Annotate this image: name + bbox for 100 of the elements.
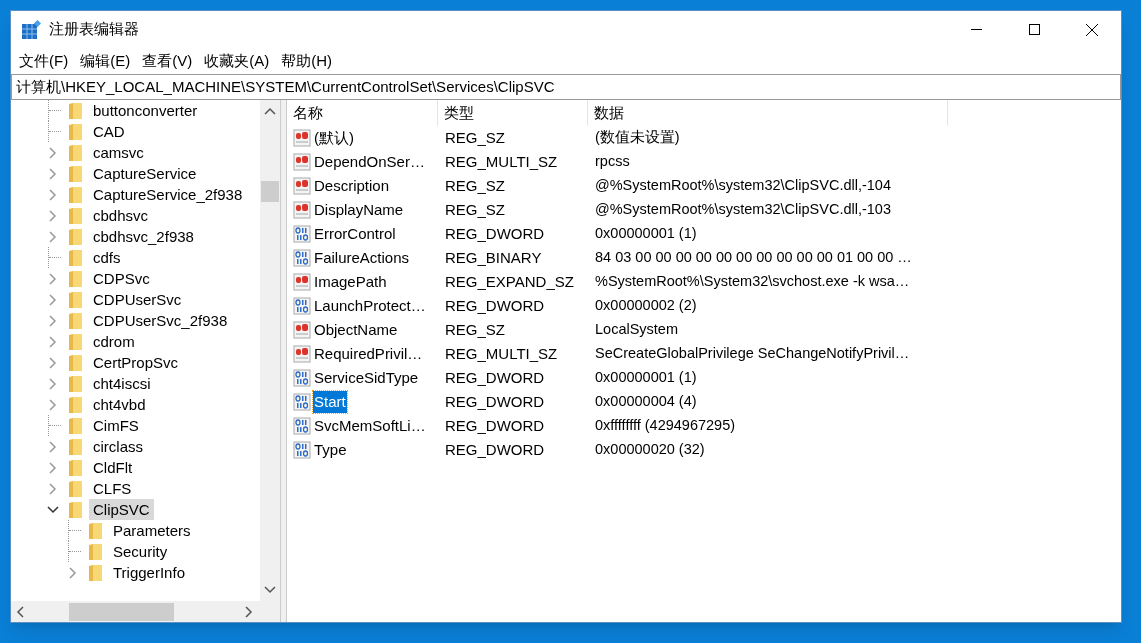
value-name[interactable]: (默认) (313, 127, 355, 149)
tree-item[interactable]: buttonconverter (89, 100, 202, 121)
value-type: REG_DWORD (444, 367, 546, 388)
column-header[interactable]: 类型 (438, 100, 588, 126)
value-type: REG_MULTI_SZ (444, 151, 559, 172)
maximize-icon (1028, 24, 1040, 35)
vertical-scrollbar[interactable] (260, 100, 280, 601)
column-header[interactable]: 数据 (588, 100, 948, 126)
tree-item[interactable]: Parameters (109, 520, 195, 541)
folder-icon (67, 458, 83, 477)
value-name[interactable]: ObjectName (313, 319, 399, 341)
binary-value-icon (293, 393, 311, 411)
scrollbar-thumb[interactable] (69, 602, 174, 621)
value-name[interactable]: SvcMemSoftLi… (313, 415, 427, 437)
chevron-right-icon[interactable] (49, 146, 57, 159)
value-name[interactable]: DisplayName (313, 199, 405, 221)
chevron-right-icon[interactable] (49, 356, 57, 369)
value-type: REG_DWORD (444, 223, 546, 244)
tree-item[interactable]: cht4vbd (89, 394, 150, 415)
folder-icon (67, 500, 83, 519)
scrollbar-thumb[interactable] (261, 181, 279, 202)
value-name[interactable]: Start (313, 391, 347, 413)
scroll-down-icon[interactable] (264, 586, 276, 594)
chevron-right-icon[interactable] (69, 566, 77, 579)
value-name[interactable]: LaunchProtect… (313, 295, 427, 317)
scroll-up-icon[interactable] (264, 107, 276, 115)
chevron-right-icon[interactable] (49, 377, 57, 390)
value-type: REG_EXPAND_SZ (444, 271, 575, 292)
menu-item[interactable]: 编辑(E) (74, 49, 137, 73)
binary-value-icon (293, 297, 311, 315)
binary-value-icon (293, 249, 311, 267)
chevron-right-icon[interactable] (49, 314, 57, 327)
binary-value-icon (293, 225, 311, 243)
tree-item[interactable]: CDPUserSvc_2f938 (89, 310, 232, 331)
tree-item[interactable]: CimFS (89, 415, 143, 436)
tree-item[interactable]: Security (109, 541, 172, 562)
chevron-right-icon[interactable] (49, 167, 57, 180)
chevron-right-icon[interactable] (49, 209, 57, 222)
folder-icon (87, 521, 103, 540)
chevron-right-icon[interactable] (49, 230, 57, 243)
value-data: 0x00000002 (2) (594, 296, 697, 316)
value-name[interactable]: ServiceSidType (313, 367, 420, 389)
column-header[interactable]: 名称 (287, 100, 438, 126)
tree-item[interactable]: cdrom (89, 331, 139, 352)
menu-item[interactable]: 收藏夹(A) (198, 49, 276, 73)
value-name[interactable]: FailureActions (313, 247, 411, 269)
chevron-right-icon[interactable] (49, 482, 57, 495)
string-value-icon (293, 273, 311, 291)
menu-item[interactable]: 查看(V) (136, 49, 199, 73)
value-name[interactable]: ImagePath (313, 271, 388, 293)
tree-item[interactable]: camsvc (89, 142, 148, 163)
value-data: %SystemRoot%\System32\svchost.exe -k wsa… (594, 272, 910, 292)
string-value-icon (293, 345, 311, 363)
value-data: 0x00000004 (4) (594, 392, 697, 412)
value-name[interactable]: DependOnSer… (313, 151, 426, 173)
tree-item[interactable]: CldFlt (89, 457, 137, 478)
tree-item[interactable]: CaptureService (89, 163, 201, 184)
address-bar[interactable]: 计算机\HKEY_LOCAL_MACHINE\SYSTEM\CurrentControlSet\Services\ClipSVC (11, 74, 1121, 100)
tree-item[interactable]: CertPropSvc (89, 352, 183, 373)
chevron-right-icon[interactable] (49, 188, 57, 201)
tree-item[interactable]: CAD (89, 121, 129, 142)
tree-item[interactable]: cht4iscsi (89, 373, 155, 394)
value-name[interactable]: RequiredPrivil… (313, 343, 424, 365)
folder-icon (67, 353, 83, 372)
tree-item[interactable]: CDPUserSvc (89, 289, 186, 310)
tree-item[interactable]: CLFS (89, 478, 136, 499)
value-type: REG_DWORD (444, 391, 546, 412)
chevron-right-icon[interactable] (49, 440, 57, 453)
value-data: @%SystemRoot%\system32\ClipSVC.dll,-104 (594, 176, 891, 196)
close-icon (1086, 23, 1098, 36)
tree-item[interactable]: CaptureService_2f938 (89, 184, 247, 205)
binary-value-icon (293, 441, 311, 459)
chevron-right-icon[interactable] (49, 461, 57, 474)
scroll-left-icon[interactable] (16, 605, 24, 618)
tree-item[interactable]: circlass (89, 436, 147, 457)
tree-item[interactable]: cdfs (89, 247, 125, 268)
menu-item[interactable]: 文件(F) (13, 49, 75, 73)
folder-icon (67, 311, 83, 330)
tree-item[interactable]: cbdhsvc (89, 205, 153, 226)
value-name[interactable]: Type (313, 439, 348, 461)
string-value-icon (293, 129, 311, 147)
tree-item[interactable]: CDPSvc (89, 268, 154, 289)
chevron-right-icon[interactable] (49, 335, 57, 348)
menu-item[interactable]: 帮助(H) (275, 49, 338, 73)
chevron-right-icon[interactable] (49, 398, 57, 411)
scroll-right-icon[interactable] (245, 605, 253, 618)
tree-item[interactable]: ClipSVC (89, 499, 154, 520)
chevron-down-icon[interactable] (47, 505, 59, 514)
horizontal-scrollbar[interactable] (11, 601, 280, 622)
folder-icon (67, 374, 83, 393)
folder-icon (67, 248, 83, 267)
value-name[interactable]: Description (313, 175, 391, 197)
value-name[interactable]: ErrorControl (313, 223, 397, 245)
chevron-right-icon[interactable] (49, 293, 57, 306)
chevron-right-icon[interactable] (49, 272, 57, 285)
tree-item[interactable]: cbdhsvc_2f938 (89, 226, 198, 247)
tree-item[interactable]: TriggerInfo (109, 562, 189, 583)
value-type: REG_SZ (444, 175, 506, 196)
folder-icon (67, 395, 83, 414)
value-type: REG_DWORD (444, 295, 546, 316)
